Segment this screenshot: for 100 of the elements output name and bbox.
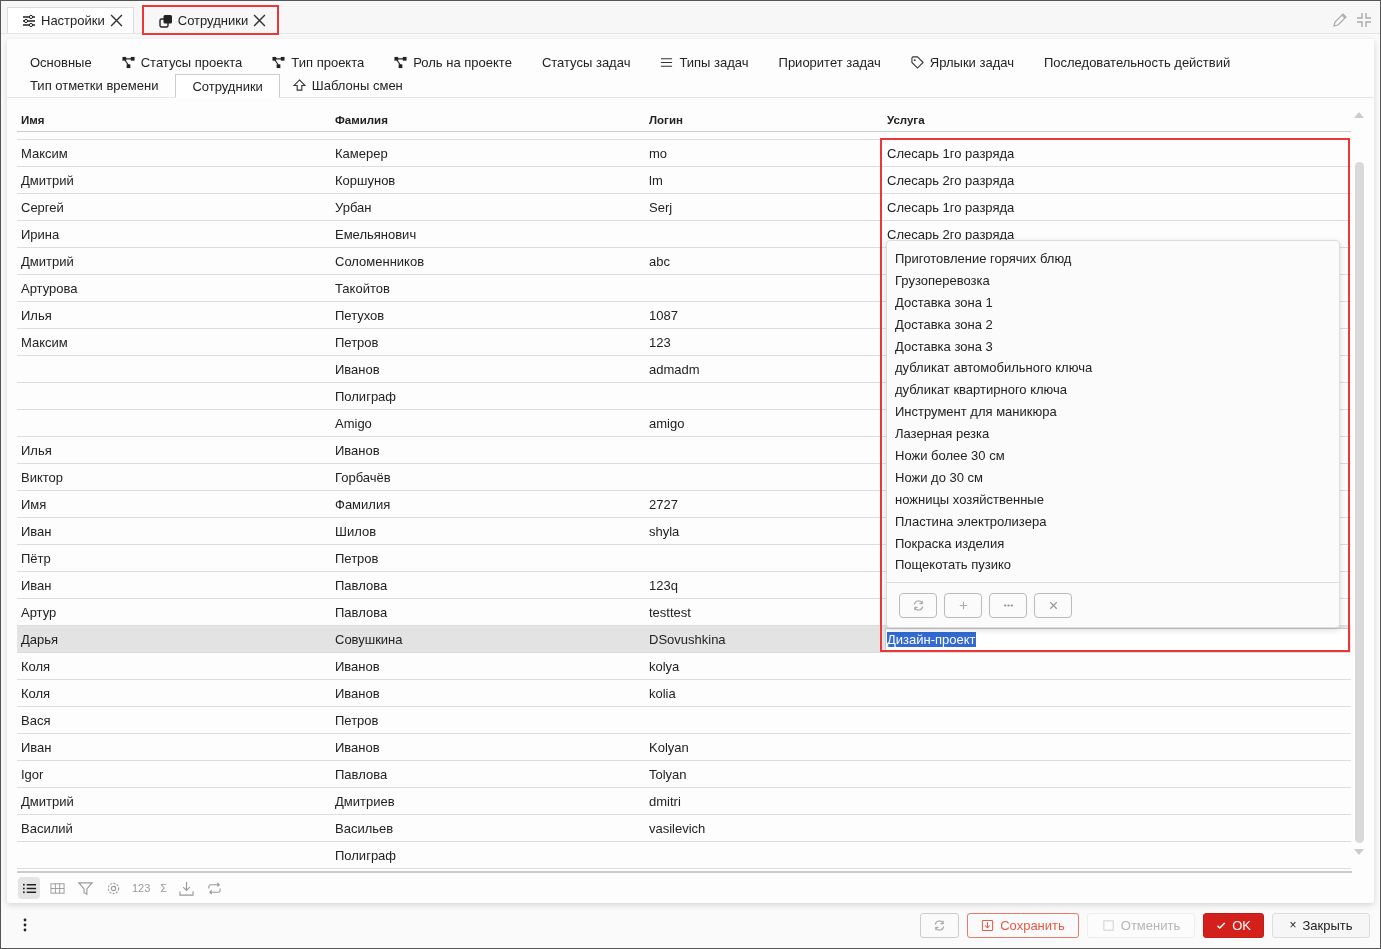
table-cell: 123q (649, 577, 678, 593)
more-button[interactable] (989, 592, 1027, 618)
table-cell: Serj (649, 199, 673, 215)
arrow-up-icon (292, 79, 306, 92)
table-row[interactable]: Сергей Урбан Serj Слесарь 1го разряда (17, 194, 1351, 221)
column-header[interactable]: Имя (17, 113, 331, 126)
table-cell: shyla (649, 523, 680, 539)
table-row[interactable]: Максим Камерер mo Слесарь 1го разряда (17, 140, 1351, 167)
settings-tab[interactable]: Шаблоны смен (279, 74, 420, 97)
table-cell: dmitri (649, 793, 681, 809)
more-icon[interactable] (23, 918, 27, 932)
settings-tab[interactable]: Тип проекта (259, 51, 382, 74)
table-row[interactable]: Дмитрий Коршунов lm Слесарь 2го разряда (17, 167, 1351, 194)
copy-icon (158, 13, 173, 28)
settings-tab[interactable]: Тип отметки времени (17, 74, 176, 97)
close-button[interactable]: × Закрыть (1272, 912, 1370, 938)
ok-button[interactable]: OK (1203, 912, 1264, 938)
hierarchy-icon (121, 56, 135, 69)
table-cell: Виктор (21, 469, 64, 485)
table-cell: 123 (649, 334, 671, 350)
table-cell: Полиграф (335, 388, 397, 404)
refresh-button[interactable] (899, 592, 937, 618)
table-row[interactable]: Коля Иванов kolia (17, 680, 1351, 707)
settings-tab[interactable]: Роль на проекте (381, 51, 529, 74)
table-row[interactable]: Дарья Совушкина DSovushkina Дизайн-проект (17, 626, 1351, 653)
table-cell: Igor (21, 766, 44, 782)
table-row[interactable]: Василий Васильев vasilevich (17, 815, 1351, 842)
tag-icon (910, 56, 924, 69)
table-cell: Совушкина (335, 631, 403, 647)
table-cell: Коршунов (335, 172, 396, 188)
list-icon (660, 56, 674, 69)
table-cell: Петров (335, 334, 379, 350)
save-icon (981, 918, 995, 932)
table-row[interactable]: Вася Петров (17, 707, 1351, 734)
settings-tab[interactable]: Типы задач (647, 51, 766, 74)
table-cell: Максим (21, 145, 68, 161)
window-tab[interactable]: Настройки (7, 7, 134, 33)
table-cell: Вася (21, 712, 51, 728)
list-icon[interactable] (18, 877, 40, 899)
table-cell: Петров (335, 712, 379, 728)
table-cell: Иванов (335, 442, 380, 458)
column-header[interactable]: Логин (645, 113, 883, 126)
settings-tab[interactable]: Основные (17, 51, 109, 74)
table-cell: Иванов (335, 739, 380, 755)
table-cell: Дмитриев (335, 793, 395, 809)
collapse-icon[interactable] (1356, 12, 1372, 28)
table-cell: Коля (21, 685, 51, 701)
table-cell: Коля (21, 658, 51, 674)
clear-button[interactable] (1034, 592, 1072, 618)
table-cell: DSovushkina (649, 631, 726, 647)
table-cell: Дарья (21, 631, 59, 647)
table-cell: mo (649, 145, 668, 161)
table-cell: Такойтов (335, 280, 390, 296)
table-cell: Дмитрий (21, 172, 74, 188)
refresh-icon (933, 918, 946, 932)
table-cell: Шилов (335, 523, 377, 539)
table-cell: Соломенников (335, 253, 425, 269)
column-header[interactable]: Фамилия (331, 113, 645, 126)
refresh-icon (911, 598, 925, 612)
table-cell: 1087 (649, 307, 678, 323)
table-cell: Илья (21, 442, 52, 458)
save-button[interactable]: Сохранить (967, 912, 1079, 938)
settings-tab[interactable]: Статусы задач (528, 51, 648, 74)
add-button[interactable] (944, 592, 982, 618)
table-cell: Ирина (21, 226, 60, 242)
table-cell: Сергей (21, 199, 64, 215)
table-row[interactable]: Полиграф (17, 842, 1351, 869)
settings-tab[interactable]: Приоритет задач (765, 51, 898, 74)
refresh-button[interactable] (920, 912, 959, 938)
table-cell: Горбачёв (335, 469, 391, 485)
table-cell: Фамилия (335, 496, 391, 512)
table-row[interactable]: Коля Иванов kolya (17, 653, 1351, 680)
dropdown-option[interactable]: Ножи более 30 см (895, 445, 1339, 467)
table-cell: Пётр (21, 550, 51, 566)
table-row[interactable]: Иван Иванов Kolyan (17, 734, 1351, 761)
table-cell: Павлова (335, 766, 388, 782)
table-cell: Иван (21, 523, 52, 539)
dropdown-option[interactable]: Приготовление горячих блюд (895, 248, 1339, 270)
settings-tab[interactable]: Последовательность действий (1030, 51, 1248, 74)
settings-tab[interactable]: Статусы проекта (108, 51, 260, 74)
service-input[interactable]: Дизайн-проект (885, 627, 1350, 651)
table-cell: Петров (335, 550, 379, 566)
dropdown-option[interactable]: ножницы хозяйственные (895, 488, 1339, 511)
settings-tab[interactable]: Ярлыки задач (897, 51, 1031, 74)
table-cell: Слесарь 1го разряда (887, 199, 1015, 215)
table-row[interactable]: Igor Павлова Tolyan (17, 761, 1351, 788)
table-cell: Иван (21, 577, 52, 593)
dropdown-option[interactable]: Доставка зона 3 (895, 335, 1339, 358)
pencil-icon[interactable] (1332, 12, 1348, 28)
dropdown-option[interactable]: Ножи до 30 см (895, 466, 1339, 489)
close-icon[interactable] (109, 14, 123, 27)
table-cell: Tolyan (649, 766, 687, 782)
table-cell: Урбан (335, 199, 372, 215)
column-header[interactable]: Услуга (883, 113, 1351, 126)
table-row[interactable]: Дмитрий Дмитриев dmitri (17, 788, 1351, 815)
table-cell: amigo (649, 415, 685, 431)
close-icon[interactable] (253, 14, 267, 27)
dropdown-option[interactable]: дубликат автомобильного ключа (895, 357, 1339, 380)
settings-tab[interactable]: Сотрудники (175, 74, 280, 98)
table-cell: Дмитрий (21, 253, 74, 269)
